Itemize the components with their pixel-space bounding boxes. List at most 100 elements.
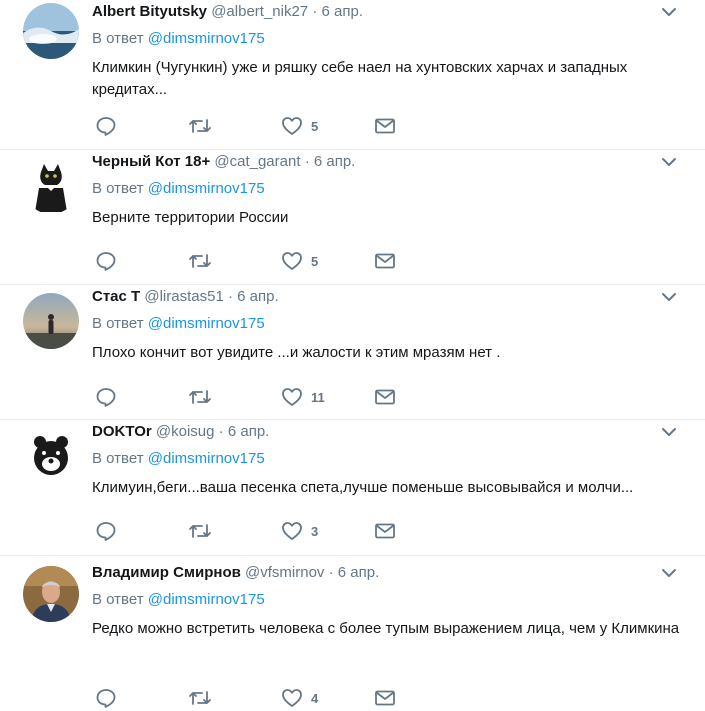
tweet-text: Плохо кончит вот увидите ...и жалости к … (92, 344, 501, 361)
separator-dot: · (218, 423, 224, 440)
reply-prefix: В ответ (92, 315, 144, 332)
reply-mention-link[interactable]: @dimsmirnov175 (148, 591, 265, 608)
like-count: 11 (311, 389, 325, 405)
author-handle[interactable]: @vfsmirnov (245, 564, 324, 581)
avatar[interactable] (23, 3, 79, 59)
envelope-icon (375, 389, 395, 405)
retweet-button[interactable] (188, 115, 212, 137)
retweet-icon (189, 119, 211, 133)
tweet-actions: 5 (92, 250, 412, 274)
tweet[interactable]: Albert Bityutsky @albert_nik27 · 6 апр. … (0, 0, 705, 150)
tweet-text: Редко можно встретить человека с более т… (92, 620, 680, 637)
reply-mention-link[interactable]: @dimsmirnov175 (148, 450, 265, 467)
like-button[interactable]: 11 (281, 386, 325, 408)
reply-prefix: В ответ (92, 591, 144, 608)
retweet-icon (189, 254, 211, 268)
direct-message-button[interactable] (374, 386, 396, 408)
chevron-down-icon[interactable] (659, 287, 679, 307)
author-handle[interactable]: @cat_garant (214, 153, 300, 170)
like-button[interactable]: 4 (281, 687, 318, 709)
chevron-down-icon[interactable] (659, 422, 679, 442)
reply-context: В ответ @dimsmirnov175 (92, 180, 265, 198)
chevron-down-icon[interactable] (659, 152, 679, 172)
envelope-icon (375, 118, 395, 134)
retweet-button[interactable] (188, 520, 212, 542)
like-button[interactable]: 5 (281, 115, 318, 137)
tweet-actions: 5 (92, 115, 412, 139)
retweet-icon (189, 691, 211, 705)
direct-message-button[interactable] (374, 250, 396, 272)
retweet-button[interactable] (188, 386, 212, 408)
retweet-button[interactable] (188, 250, 212, 272)
envelope-icon (375, 690, 395, 706)
reply-prefix: В ответ (92, 30, 144, 47)
like-count: 5 (311, 118, 319, 134)
heart-icon (282, 522, 302, 540)
reply-context: В ответ @dimsmirnov175 (92, 591, 265, 609)
retweet-button[interactable] (188, 687, 212, 709)
reply-icon (96, 117, 116, 136)
chevron-down-icon[interactable] (659, 2, 679, 22)
tweet-actions: 4 (92, 687, 412, 711)
chevron-down-icon[interactable] (659, 563, 679, 583)
envelope-icon (375, 523, 395, 539)
author-name[interactable]: Владимир Смирнов (92, 564, 241, 581)
retweet-icon (189, 390, 211, 404)
timestamp[interactable]: 6 апр. (338, 564, 379, 581)
avatar[interactable] (23, 428, 79, 484)
retweet-icon (189, 524, 211, 538)
timestamp[interactable]: 6 апр. (237, 288, 278, 305)
avatar[interactable] (23, 566, 79, 622)
reply-context: В ответ @dimsmirnov175 (92, 30, 265, 48)
like-count: 5 (311, 253, 319, 269)
avatar[interactable] (23, 293, 79, 349)
reply-mention-link[interactable]: @dimsmirnov175 (148, 30, 265, 47)
heart-icon (282, 388, 302, 406)
like-count: 4 (311, 690, 319, 706)
reply-icon (96, 689, 116, 708)
reply-icon (96, 388, 116, 407)
tweet[interactable]: Стас Т @lirastas51 · 6 апр. В ответ @dim… (0, 285, 705, 420)
author-name[interactable]: Albert Bityutsky (92, 3, 207, 20)
separator-dot: · (328, 564, 334, 581)
timestamp[interactable]: 6 апр. (322, 3, 363, 20)
tweet[interactable]: Владимир Смирнов @vfsmirnov · 6 апр. В о… (0, 556, 705, 708)
tweet[interactable]: DOKTOr @koisug · 6 апр. В ответ @dimsmir… (0, 420, 705, 556)
reply-button[interactable] (95, 250, 117, 272)
reply-icon (96, 252, 116, 271)
tweet[interactable]: Черный Кот 18+ @cat_garant · 6 апр. В от… (0, 150, 705, 285)
direct-message-button[interactable] (374, 115, 396, 137)
author-name[interactable]: Черный Кот 18+ (92, 153, 210, 170)
reply-button[interactable] (95, 386, 117, 408)
separator-dot: · (227, 288, 233, 305)
author-handle[interactable]: @albert_nik27 (211, 3, 308, 20)
tweet-actions: 3 (92, 520, 412, 544)
direct-message-button[interactable] (374, 687, 396, 709)
like-count: 3 (311, 523, 319, 539)
reply-mention-link[interactable]: @dimsmirnov175 (148, 180, 265, 197)
author-handle[interactable]: @koisug (156, 423, 215, 440)
timestamp[interactable]: 6 апр. (228, 423, 269, 440)
tweet-actions: 11 (92, 386, 412, 410)
envelope-icon (375, 253, 395, 269)
tweet-text: Верните территории России (92, 209, 289, 226)
author-name[interactable]: DOKTOr (92, 423, 152, 440)
separator-dot: · (304, 153, 310, 170)
reply-button[interactable] (95, 115, 117, 137)
avatar[interactable] (23, 158, 79, 214)
reply-context: В ответ @dimsmirnov175 (92, 315, 265, 333)
heart-icon (282, 117, 302, 135)
direct-message-button[interactable] (374, 520, 396, 542)
tweet-text: Климуин,беги...ваша песенка спета,лучше … (92, 479, 634, 496)
reply-mention-link[interactable]: @dimsmirnov175 (148, 315, 265, 332)
tweet-text: Климкин (Чугункин) уже и ряшку себе наел… (92, 59, 628, 98)
separator-dot: · (312, 3, 318, 20)
author-name[interactable]: Стас Т (92, 288, 140, 305)
like-button[interactable]: 5 (281, 250, 318, 272)
reply-button[interactable] (95, 520, 117, 542)
like-button[interactable]: 3 (281, 520, 318, 542)
author-handle[interactable]: @lirastas51 (144, 288, 223, 305)
timestamp[interactable]: 6 апр. (314, 153, 355, 170)
reply-button[interactable] (95, 687, 117, 709)
reply-prefix: В ответ (92, 180, 144, 197)
